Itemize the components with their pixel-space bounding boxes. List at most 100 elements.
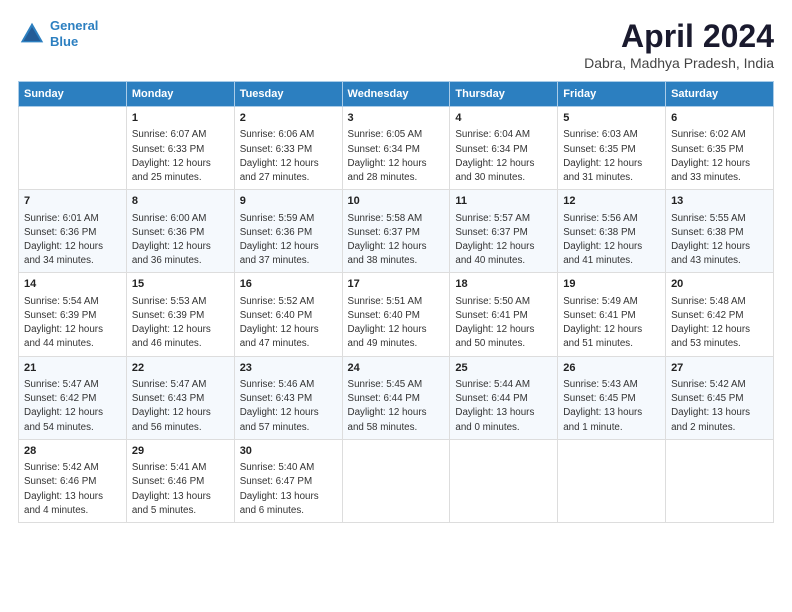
- day-number: 24: [348, 361, 445, 376]
- cell-content: Sunrise: 5:46 AM Sunset: 6:43 PM Dayligh…: [240, 378, 337, 435]
- cell-content: Sunrise: 5:42 AM Sunset: 6:45 PM Dayligh…: [671, 378, 768, 435]
- day-number: 2: [240, 111, 337, 126]
- calendar-cell: 2 Sunrise: 6:06 AM Sunset: 6:33 PM Daylig…: [234, 107, 342, 190]
- calendar-cell: 19 Sunrise: 5:49 AM Sunset: 6:41 PM Dayli…: [558, 273, 666, 356]
- cell-content: Sunrise: 5:50 AM Sunset: 6:41 PM Dayligh…: [455, 295, 552, 352]
- col-header-sunday: Sunday: [19, 82, 127, 107]
- cell-content: Sunrise: 5:56 AM Sunset: 6:38 PM Dayligh…: [563, 212, 660, 269]
- day-number: 25: [455, 361, 552, 376]
- cell-content: Sunrise: 6:00 AM Sunset: 6:36 PM Dayligh…: [132, 212, 229, 269]
- cell-content: Sunrise: 5:51 AM Sunset: 6:40 PM Dayligh…: [348, 295, 445, 352]
- calendar-cell: 16Sunrise: 5:52 AM Sunset: 6:40 PM Dayli…: [234, 273, 342, 356]
- logo-line1: General: [50, 18, 98, 33]
- calendar-cell: 12Sunrise: 5:56 AM Sunset: 6:38 PM Dayli…: [558, 190, 666, 273]
- day-number: 28: [24, 444, 121, 459]
- calendar-row: 21 Sunrise: 5:47 AM Sunset: 6:42 PM Dayli…: [19, 356, 774, 439]
- day-number: 23: [240, 361, 337, 376]
- cell-content: Sunrise: 6:03 AM Sunset: 6:35 PM Dayligh…: [563, 128, 660, 185]
- cell-content: Sunrise: 5:55 AM Sunset: 6:38 PM Dayligh…: [671, 212, 768, 269]
- cell-content: Sunrise: 6:06 AM Sunset: 6:33 PM Dayligh…: [240, 128, 337, 185]
- calendar-cell: 30 Sunrise: 5:40 AM Sunset: 6:47 PM Dayli…: [234, 439, 342, 522]
- cell-content: Sunrise: 5:52 AM Sunset: 6:40 PM Dayligh…: [240, 295, 337, 352]
- calendar-cell: 24Sunrise: 5:45 AM Sunset: 6:44 PM Dayli…: [342, 356, 450, 439]
- logo: General Blue: [18, 18, 98, 49]
- day-number: 3: [348, 111, 445, 126]
- cell-content: Sunrise: 6:07 AM Sunset: 6:33 PM Dayligh…: [132, 128, 229, 185]
- day-number: 22: [132, 361, 229, 376]
- col-header-friday: Friday: [558, 82, 666, 107]
- cell-content: Sunrise: 5:42 AM Sunset: 6:46 PM Dayligh…: [24, 461, 121, 518]
- page: General Blue April 2024 Dabra, Madhya Pr…: [0, 0, 792, 612]
- cell-content: Sunrise: 5:44 AM Sunset: 6:44 PM Dayligh…: [455, 378, 552, 435]
- cell-content: Sunrise: 5:47 AM Sunset: 6:43 PM Dayligh…: [132, 378, 229, 435]
- cell-content: Sunrise: 5:58 AM Sunset: 6:37 PM Dayligh…: [348, 212, 445, 269]
- calendar-cell: 29Sunrise: 5:41 AM Sunset: 6:46 PM Dayli…: [126, 439, 234, 522]
- title-area: April 2024 Dabra, Madhya Pradesh, India: [584, 18, 774, 71]
- calendar-cell: [19, 107, 127, 190]
- col-header-saturday: Saturday: [666, 82, 774, 107]
- calendar-row: 14 Sunrise: 5:54 AM Sunset: 6:39 PM Dayli…: [19, 273, 774, 356]
- day-number: 13: [671, 194, 768, 209]
- calendar-cell: 9 Sunrise: 5:59 AM Sunset: 6:36 PM Daylig…: [234, 190, 342, 273]
- calendar-row: 28 Sunrise: 5:42 AM Sunset: 6:46 PM Dayli…: [19, 439, 774, 522]
- cell-content: Sunrise: 5:59 AM Sunset: 6:36 PM Dayligh…: [240, 212, 337, 269]
- calendar-cell: 6 Sunrise: 6:02 AM Sunset: 6:35 PM Daylig…: [666, 107, 774, 190]
- calendar-cell: 18 Sunrise: 5:50 AM Sunset: 6:41 PM Dayli…: [450, 273, 558, 356]
- day-number: 21: [24, 361, 121, 376]
- cell-content: Sunrise: 6:04 AM Sunset: 6:34 PM Dayligh…: [455, 128, 552, 185]
- calendar-cell: [558, 439, 666, 522]
- calendar-cell: 3 Sunrise: 6:05 AM Sunset: 6:34 PM Daylig…: [342, 107, 450, 190]
- day-number: 30: [240, 444, 337, 459]
- calendar-cell: [666, 439, 774, 522]
- calendar-cell: 22 Sunrise: 5:47 AM Sunset: 6:43 PM Dayli…: [126, 356, 234, 439]
- day-number: 26: [563, 361, 660, 376]
- cell-content: Sunrise: 5:43 AM Sunset: 6:45 PM Dayligh…: [563, 378, 660, 435]
- day-number: 18: [455, 277, 552, 292]
- calendar-cell: 10Sunrise: 5:58 AM Sunset: 6:37 PM Dayli…: [342, 190, 450, 273]
- day-number: 17: [348, 277, 445, 292]
- cell-content: Sunrise: 6:05 AM Sunset: 6:34 PM Dayligh…: [348, 128, 445, 185]
- calendar-cell: 5 Sunrise: 6:03 AM Sunset: 6:35 PM Daylig…: [558, 107, 666, 190]
- day-number: 5: [563, 111, 660, 126]
- cell-content: Sunrise: 5:40 AM Sunset: 6:47 PM Dayligh…: [240, 461, 337, 518]
- subtitle: Dabra, Madhya Pradesh, India: [584, 55, 774, 71]
- col-header-wednesday: Wednesday: [342, 82, 450, 107]
- day-number: 29: [132, 444, 229, 459]
- day-number: 14: [24, 277, 121, 292]
- cell-content: Sunrise: 6:02 AM Sunset: 6:35 PM Dayligh…: [671, 128, 768, 185]
- cell-content: Sunrise: 5:49 AM Sunset: 6:41 PM Dayligh…: [563, 295, 660, 352]
- day-number: 15: [132, 277, 229, 292]
- cell-content: Sunrise: 6:01 AM Sunset: 6:36 PM Dayligh…: [24, 212, 121, 269]
- calendar-cell: 26 Sunrise: 5:43 AM Sunset: 6:45 PM Dayli…: [558, 356, 666, 439]
- calendar-table: SundayMondayTuesdayWednesdayThursdayFrid…: [18, 81, 774, 523]
- cell-content: Sunrise: 5:57 AM Sunset: 6:37 PM Dayligh…: [455, 212, 552, 269]
- cell-content: Sunrise: 5:48 AM Sunset: 6:42 PM Dayligh…: [671, 295, 768, 352]
- calendar-cell: 28 Sunrise: 5:42 AM Sunset: 6:46 PM Dayli…: [19, 439, 127, 522]
- calendar-cell: 17 Sunrise: 5:51 AM Sunset: 6:40 PM Dayli…: [342, 273, 450, 356]
- calendar-cell: 7 Sunrise: 6:01 AM Sunset: 6:36 PM Daylig…: [19, 190, 127, 273]
- header-row: SundayMondayTuesdayWednesdayThursdayFrid…: [19, 82, 774, 107]
- day-number: 9: [240, 194, 337, 209]
- day-number: 27: [671, 361, 768, 376]
- calendar-cell: 23 Sunrise: 5:46 AM Sunset: 6:43 PM Dayli…: [234, 356, 342, 439]
- day-number: 7: [24, 194, 121, 209]
- cell-content: Sunrise: 5:47 AM Sunset: 6:42 PM Dayligh…: [24, 378, 121, 435]
- day-number: 20: [671, 277, 768, 292]
- day-number: 1: [132, 111, 229, 126]
- calendar-row: 7 Sunrise: 6:01 AM Sunset: 6:36 PM Daylig…: [19, 190, 774, 273]
- logo-text: General Blue: [50, 18, 98, 49]
- cell-content: Sunrise: 5:54 AM Sunset: 6:39 PM Dayligh…: [24, 295, 121, 352]
- calendar-cell: 11Sunrise: 5:57 AM Sunset: 6:37 PM Dayli…: [450, 190, 558, 273]
- col-header-monday: Monday: [126, 82, 234, 107]
- logo-line2: Blue: [50, 34, 78, 49]
- calendar-cell: 25 Sunrise: 5:44 AM Sunset: 6:44 PM Dayli…: [450, 356, 558, 439]
- day-number: 6: [671, 111, 768, 126]
- col-header-thursday: Thursday: [450, 82, 558, 107]
- day-number: 19: [563, 277, 660, 292]
- day-number: 8: [132, 194, 229, 209]
- calendar-cell: 27 Sunrise: 5:42 AM Sunset: 6:45 PM Dayli…: [666, 356, 774, 439]
- day-number: 4: [455, 111, 552, 126]
- calendar-row: 1 Sunrise: 6:07 AM Sunset: 6:33 PM Daylig…: [19, 107, 774, 190]
- calendar-cell: 14 Sunrise: 5:54 AM Sunset: 6:39 PM Dayli…: [19, 273, 127, 356]
- logo-icon: [18, 20, 46, 48]
